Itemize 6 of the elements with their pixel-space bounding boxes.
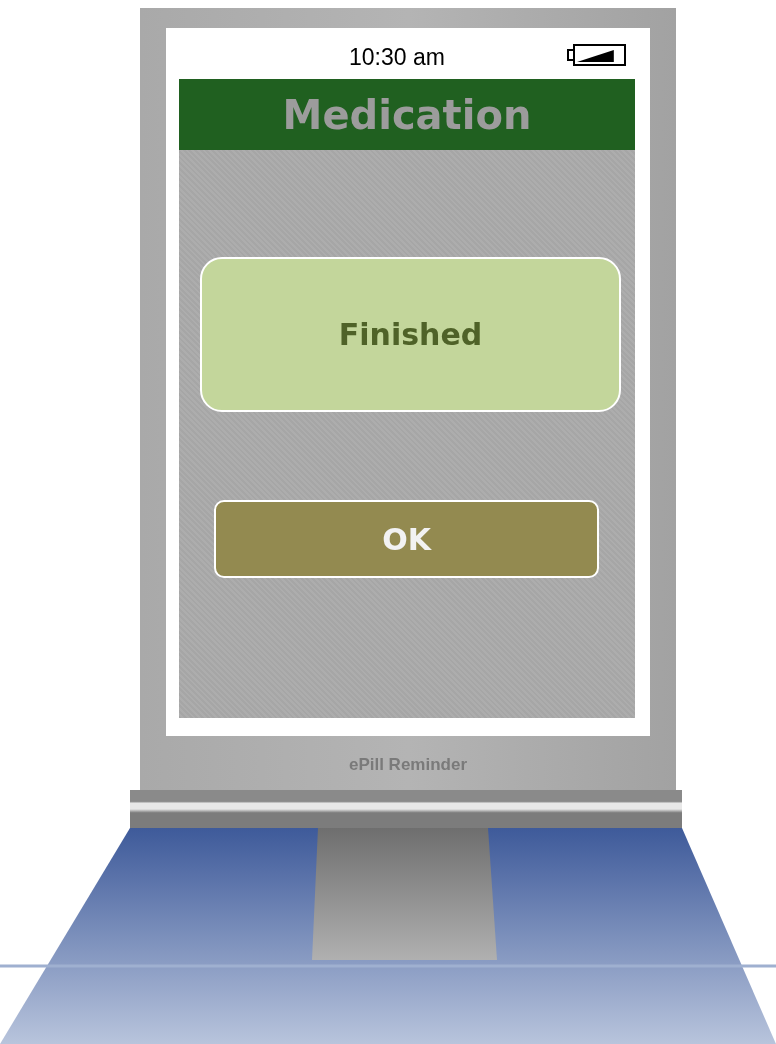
- ok-button[interactable]: OK: [214, 500, 599, 578]
- battery-icon: [567, 44, 627, 66]
- time-text: 10:30 am: [349, 43, 445, 72]
- message-text: Finished: [338, 316, 483, 354]
- screen-title: Medication: [282, 90, 532, 140]
- device-label: ePill Reminder: [348, 755, 468, 774]
